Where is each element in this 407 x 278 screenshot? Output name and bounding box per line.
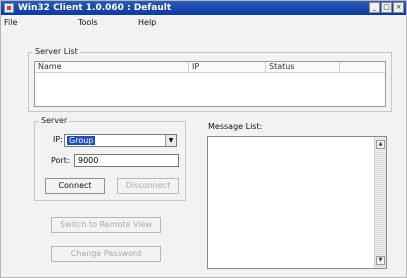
chevron-down-icon[interactable]: ▼ [165, 135, 176, 146]
ip-select[interactable]: Group ▼ [64, 134, 177, 147]
app-window: Win32 Client 1.0.060 : Default _ □ × Fil… [0, 0, 407, 278]
menu-help[interactable]: Help [138, 17, 156, 28]
menu-file[interactable]: File [4, 17, 17, 28]
minimize-button[interactable]: _ [369, 2, 380, 13]
message-list-label: Message List: [208, 122, 263, 131]
change-password-button[interactable]: Change Password [51, 246, 161, 262]
ip-selected-value: Group [67, 136, 96, 145]
server-list-legend: Server List [33, 47, 80, 56]
close-button[interactable]: × [393, 2, 404, 13]
message-list[interactable]: ▲ ▼ [207, 136, 387, 269]
window-title: Win32 Client 1.0.060 : Default [18, 3, 172, 13]
message-list-scrollbar[interactable]: ▲ ▼ [374, 137, 386, 268]
server-list-view[interactable]: Name IP Status [34, 61, 386, 107]
window-controls: _ □ × [369, 2, 404, 13]
ip-label: IP: [53, 135, 63, 144]
title-bar: Win32 Client 1.0.060 : Default _ □ × [1, 1, 406, 15]
column-ip[interactable]: IP [189, 62, 266, 72]
scroll-up-icon[interactable]: ▲ [376, 140, 385, 149]
menu-tools[interactable]: Tools [78, 17, 98, 28]
scroll-down-icon[interactable]: ▼ [376, 256, 385, 265]
column-status[interactable]: Status [266, 62, 340, 72]
column-name[interactable]: Name [35, 62, 189, 72]
server-legend: Server [39, 116, 70, 125]
server-list-header: Name IP Status [35, 62, 385, 73]
switch-remote-view-button[interactable]: Switch to Remote View [51, 217, 161, 233]
port-label: Port: [51, 156, 70, 165]
disconnect-button[interactable]: Disconnect [117, 178, 179, 194]
connect-button[interactable]: Connect [45, 178, 105, 194]
port-input[interactable]: 9000 [74, 154, 179, 167]
menu-bar: File Tools Help [1, 16, 406, 29]
maximize-button[interactable]: □ [381, 2, 392, 13]
app-icon [4, 3, 14, 13]
